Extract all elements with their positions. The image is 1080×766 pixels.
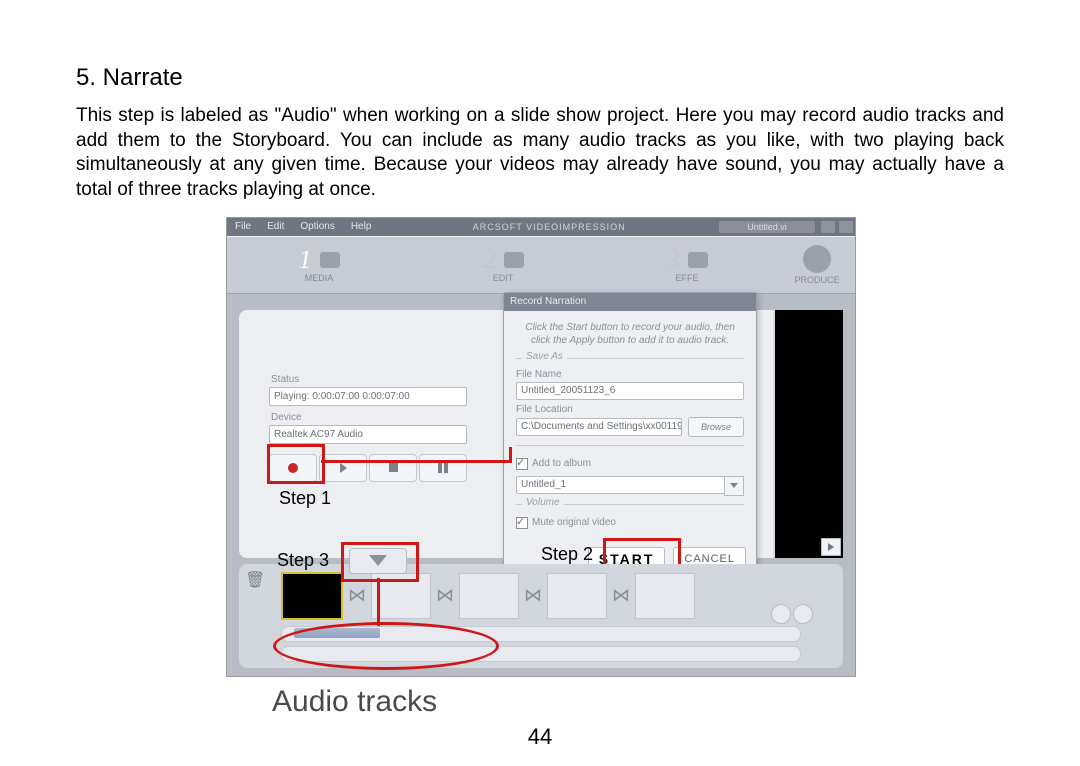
transition-slot[interactable]: ⋈	[613, 574, 629, 618]
tab-label: PRODUCE	[794, 275, 839, 285]
transition-slot[interactable]: ⋈	[525, 574, 541, 618]
add-to-album-checkbox[interactable]: Add to album	[516, 458, 744, 470]
storyboard-slot[interactable]	[371, 573, 431, 619]
dialog-title: Record Narration	[504, 293, 756, 311]
section-heading: 5. Narrate	[76, 64, 1004, 92]
storyboard-thumbnails: ⋈ ⋈ ⋈ ⋈	[281, 570, 813, 622]
tool-button[interactable]	[793, 604, 813, 624]
status-value: Playing: 0:00:07:00 0:00:07:00	[269, 387, 467, 406]
document-name: Untitled.vi	[719, 221, 815, 233]
transition-slot[interactable]: ⋈	[437, 574, 453, 618]
volume-group-label: Volume	[522, 497, 564, 508]
stop-icon	[389, 463, 398, 472]
tab-number: 2	[483, 247, 496, 273]
tab-produce[interactable]: PRODUCE	[779, 245, 855, 285]
figure-caption: Audio tracks	[272, 685, 854, 719]
pause-icon	[438, 463, 448, 473]
tab-media[interactable]: 1 MEDIA	[227, 247, 411, 283]
trash-icon[interactable]: 🗑	[245, 570, 263, 592]
page-number: 44	[0, 724, 1080, 750]
record-narration-dialog: Record Narration Click the Start button …	[503, 292, 757, 584]
audio-track-1[interactable]	[281, 626, 801, 642]
tab-number: 1	[299, 247, 312, 273]
status-panel: Status Playing: 0:00:07:00 0:00:07:00 De…	[269, 368, 467, 482]
album-select[interactable]: Untitled_1	[516, 476, 725, 494]
file-name-label: File Name	[516, 369, 744, 380]
tab-label: EFFE	[675, 273, 698, 283]
transition-slot[interactable]: ⋈	[349, 574, 365, 618]
checkbox-icon	[516, 458, 528, 470]
play-icon	[340, 463, 347, 473]
tab-label: EDIT	[493, 273, 514, 283]
storyboard-slot[interactable]	[547, 573, 607, 619]
device-value[interactable]: Realtek AC97 Audio	[269, 425, 467, 444]
app-title: ARCSOFT VIDEOIMPRESSION	[379, 222, 719, 232]
section-paragraph: This step is labeled as "Audio" when wor…	[76, 104, 1004, 203]
add-to-album-label: Add to album	[532, 458, 591, 469]
storyboard-slot[interactable]	[459, 573, 519, 619]
record-icon	[288, 463, 298, 473]
app-window: File Edit Options Help ARCSOFT VIDEOIMPR…	[226, 217, 856, 677]
record-button[interactable]	[269, 454, 317, 482]
record-controls	[269, 454, 467, 482]
minimize-button[interactable]	[821, 221, 835, 233]
file-location-field[interactable]: C:\Documents and Settings\xx00119	[516, 418, 682, 436]
mute-checkbox[interactable]: Mute original video	[516, 517, 744, 529]
audio-tracks	[281, 622, 801, 662]
file-name-field[interactable]: Untitled_20051123_6	[516, 382, 744, 400]
dialog-hint: Click the Start button to record your au…	[516, 321, 744, 348]
tool-button[interactable]	[771, 604, 791, 624]
pause-button[interactable]	[419, 454, 467, 482]
tab-effects[interactable]: 3 EFFE	[595, 247, 779, 283]
menu-edit[interactable]: Edit	[259, 221, 292, 232]
tab-number: 3	[667, 247, 680, 273]
tab-label: MEDIA	[305, 273, 334, 283]
status-label: Status	[271, 374, 467, 385]
menubar: File Edit Options Help ARCSOFT VIDEOIMPR…	[227, 218, 855, 236]
tab-edit[interactable]: 2 EDIT	[411, 247, 595, 283]
expand-chevron[interactable]	[349, 548, 407, 574]
menu-options[interactable]: Options	[292, 221, 342, 232]
save-as-group-label: Save As	[522, 351, 567, 362]
menu-help[interactable]: Help	[343, 221, 380, 232]
menu-file[interactable]: File	[227, 221, 259, 232]
workflow-tabs: 1 MEDIA 2 EDIT 3 EFFE PRODUCE	[227, 236, 855, 294]
play-button[interactable]	[319, 454, 367, 482]
storyboard-clip[interactable]	[281, 572, 343, 620]
annotation-step3-label: Step 3	[277, 550, 329, 571]
close-button[interactable]	[839, 221, 853, 233]
storyboard: 🗑 ⋈ ⋈ ⋈ ⋈	[239, 564, 843, 668]
figure: File Edit Options Help ARCSOFT VIDEOIMPR…	[226, 217, 854, 719]
media-icon	[320, 252, 340, 268]
browse-button[interactable]: Browse	[688, 417, 744, 437]
video-preview	[773, 310, 843, 558]
file-location-label: File Location	[516, 404, 744, 415]
effects-icon	[688, 252, 708, 268]
stop-button[interactable]	[369, 454, 417, 482]
main-panel: Status Playing: 0:00:07:00 0:00:07:00 De…	[239, 310, 843, 558]
audio-track-2[interactable]	[281, 646, 801, 662]
annotation-step2-label: Step 2	[541, 544, 593, 565]
storyboard-slot[interactable]	[635, 573, 695, 619]
audio-clip[interactable]	[294, 628, 380, 638]
edit-icon	[504, 252, 524, 268]
storyboard-tools	[771, 604, 813, 624]
checkbox-icon	[516, 517, 528, 529]
preview-play-button[interactable]	[821, 538, 841, 556]
mute-label: Mute original video	[532, 517, 616, 528]
annotation-step1-label: Step 1	[279, 488, 331, 509]
chevron-down-icon[interactable]	[724, 476, 744, 496]
device-label: Device	[271, 412, 467, 423]
reel-icon	[803, 245, 831, 273]
